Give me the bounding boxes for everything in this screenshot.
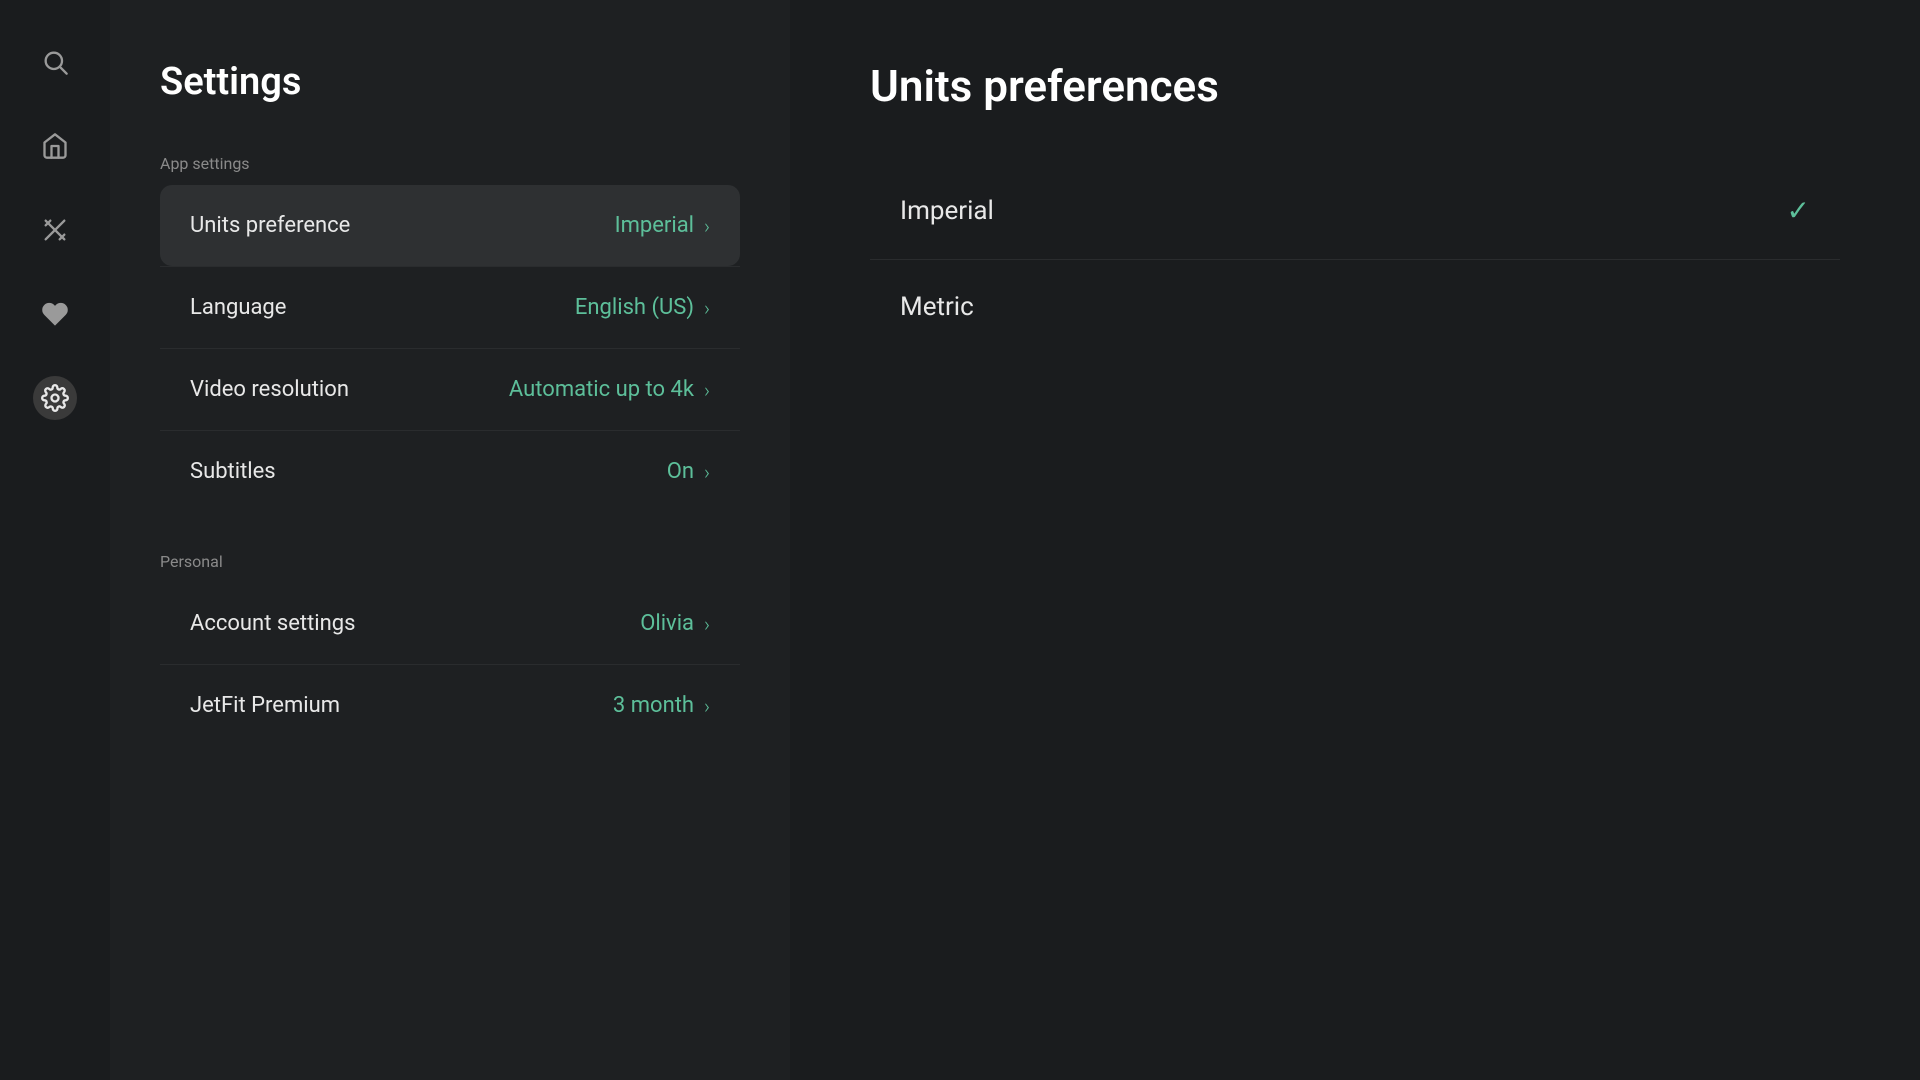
language-label: Language — [190, 295, 286, 320]
personal-settings-list: Account settings Olivia › JetFit Premium… — [160, 583, 740, 746]
video-resolution-value: Automatic up to 4k — [509, 377, 694, 402]
units-preference-item[interactable]: Units preference Imperial › — [160, 185, 740, 266]
language-right: English (US) › — [575, 295, 710, 320]
home-icon[interactable] — [33, 124, 77, 168]
subtitles-label: Subtitles — [190, 459, 276, 484]
language-value: English (US) — [575, 295, 694, 320]
units-preference-label: Units preference — [190, 213, 350, 238]
metric-option[interactable]: Metric — [870, 260, 1840, 354]
jetfit-premium-label: JetFit Premium — [190, 693, 340, 718]
search-icon[interactable] — [33, 40, 77, 84]
app-settings-list: Units preference Imperial › Language Eng… — [160, 185, 740, 512]
video-resolution-item[interactable]: Video resolution Automatic up to 4k › — [160, 349, 740, 431]
imperial-option-label: Imperial — [900, 196, 994, 226]
right-panel-title: Units preferences — [870, 60, 1840, 112]
account-settings-item[interactable]: Account settings Olivia › — [160, 583, 740, 665]
video-resolution-right: Automatic up to 4k › — [509, 377, 710, 402]
heart-icon[interactable] — [33, 292, 77, 336]
sidebar — [0, 0, 110, 1080]
app-settings-label: App settings — [160, 154, 740, 173]
right-panel: Units preferences Imperial ✓ Metric — [790, 0, 1920, 1080]
tools-icon[interactable] — [33, 208, 77, 252]
subtitles-item[interactable]: Subtitles On › — [160, 431, 740, 512]
account-settings-label: Account settings — [190, 611, 355, 636]
language-chevron: › — [704, 296, 710, 320]
account-settings-value: Olivia — [640, 611, 694, 636]
units-preference-chevron: › — [704, 214, 710, 238]
units-options-list: Imperial ✓ Metric — [870, 162, 1840, 354]
jetfit-premium-chevron: › — [704, 694, 710, 718]
app-settings-section: App settings Units preference Imperial ›… — [160, 154, 740, 512]
settings-nav-icon[interactable] — [33, 376, 77, 420]
metric-option-label: Metric — [900, 292, 974, 322]
video-resolution-chevron: › — [704, 378, 710, 402]
account-settings-chevron: › — [704, 612, 710, 636]
subtitles-chevron: › — [704, 460, 710, 484]
units-preference-right: Imperial › — [615, 213, 710, 238]
subtitles-value: On — [667, 459, 694, 484]
personal-label: Personal — [160, 552, 740, 571]
personal-section: Personal Account settings Olivia › JetFi… — [160, 552, 740, 746]
page-title: Settings — [160, 60, 740, 104]
imperial-option[interactable]: Imperial ✓ — [870, 162, 1840, 260]
subtitles-right: On › — [667, 459, 710, 484]
jetfit-premium-item[interactable]: JetFit Premium 3 month › — [160, 665, 740, 746]
jetfit-premium-right: 3 month › — [613, 693, 710, 718]
units-preference-value: Imperial — [615, 213, 694, 238]
language-item[interactable]: Language English (US) › — [160, 266, 740, 349]
imperial-check-icon: ✓ — [1787, 194, 1810, 227]
left-panel: Settings App settings Units preference I… — [110, 0, 790, 1080]
video-resolution-label: Video resolution — [190, 377, 349, 402]
account-settings-right: Olivia › — [640, 611, 710, 636]
jetfit-premium-value: 3 month — [613, 693, 694, 718]
